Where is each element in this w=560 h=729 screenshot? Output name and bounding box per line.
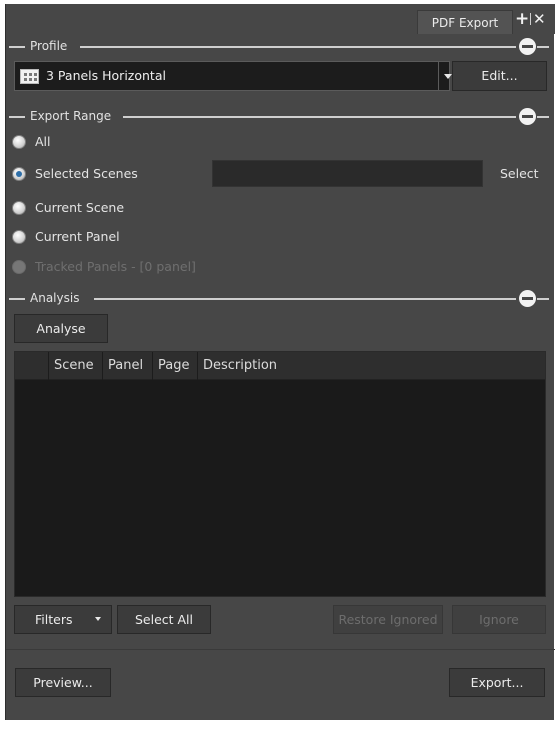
analysis-section-header: Analysis: [6, 290, 555, 307]
profile-dropdown[interactable]: 3 Panels Horizontal: [14, 61, 452, 91]
radio-label: Current Panel: [35, 229, 120, 244]
profile-section-header: Profile: [6, 38, 555, 55]
filters-label: Filters: [35, 612, 73, 627]
tab-bar: PDF Export + ✕: [6, 4, 555, 34]
restore-ignored-button[interactable]: Restore Ignored: [333, 605, 443, 634]
chevron-down-icon: [95, 617, 101, 621]
table-header: Scene Panel Page Description: [15, 352, 545, 380]
column-header-blank[interactable]: [15, 352, 48, 380]
analysis-table[interactable]: Scene Panel Page Description: [14, 351, 546, 597]
radio-button[interactable]: [12, 167, 26, 181]
collapse-export-range-icon[interactable]: [519, 108, 536, 125]
column-header-scene[interactable]: Scene: [48, 352, 102, 380]
preview-button[interactable]: Preview...: [15, 668, 111, 697]
edit-profile-button[interactable]: Edit...: [452, 61, 547, 91]
profile-selected-value: 3 Panels Horizontal: [46, 68, 166, 83]
ignore-button[interactable]: Ignore: [452, 605, 546, 634]
tab-separator: [530, 13, 531, 25]
filters-button[interactable]: Filters: [14, 605, 112, 634]
radio-label: Tracked Panels - [0 panel]: [35, 259, 196, 274]
export-range-option[interactable]: Current Scene: [6, 197, 555, 219]
selected-scenes-field[interactable]: [212, 160, 483, 187]
analysis-section-label: Analysis: [30, 291, 80, 305]
collapse-analysis-icon[interactable]: [519, 290, 536, 307]
radio-button[interactable]: [12, 230, 26, 244]
column-header-panel[interactable]: Panel: [102, 352, 152, 380]
radio-button: [12, 260, 26, 274]
radio-label: All: [35, 134, 51, 149]
plus-icon[interactable]: +: [515, 11, 529, 28]
column-header-description[interactable]: Description: [197, 352, 545, 380]
radio-button[interactable]: [12, 135, 26, 149]
export-range-option: Tracked Panels - [0 panel]: [6, 256, 555, 278]
analyse-button[interactable]: Analyse: [14, 314, 108, 343]
panels-grid-icon: [20, 69, 39, 84]
pdf-export-panel: PDF Export + ✕ Profile 3 Panels Horizont…: [5, 4, 555, 720]
select-scenes-button[interactable]: Select: [500, 163, 539, 185]
close-icon[interactable]: ✕: [533, 11, 549, 27]
footer-divider: [6, 649, 555, 650]
select-all-button[interactable]: Select All: [117, 605, 211, 634]
export-range-section-header: Export Range: [6, 108, 555, 125]
export-button[interactable]: Export...: [449, 668, 545, 697]
export-range-option[interactable]: Current Panel: [6, 226, 555, 248]
tab-pdf-export[interactable]: PDF Export: [417, 10, 513, 34]
export-range-section-label: Export Range: [30, 109, 112, 123]
radio-label: Selected Scenes: [35, 166, 138, 181]
radio-button[interactable]: [12, 201, 26, 215]
collapse-profile-icon[interactable]: [519, 38, 536, 55]
profile-section-label: Profile: [30, 39, 68, 53]
column-header-page[interactable]: Page: [152, 352, 197, 380]
radio-label: Current Scene: [35, 200, 125, 215]
export-range-option[interactable]: All: [6, 131, 555, 153]
